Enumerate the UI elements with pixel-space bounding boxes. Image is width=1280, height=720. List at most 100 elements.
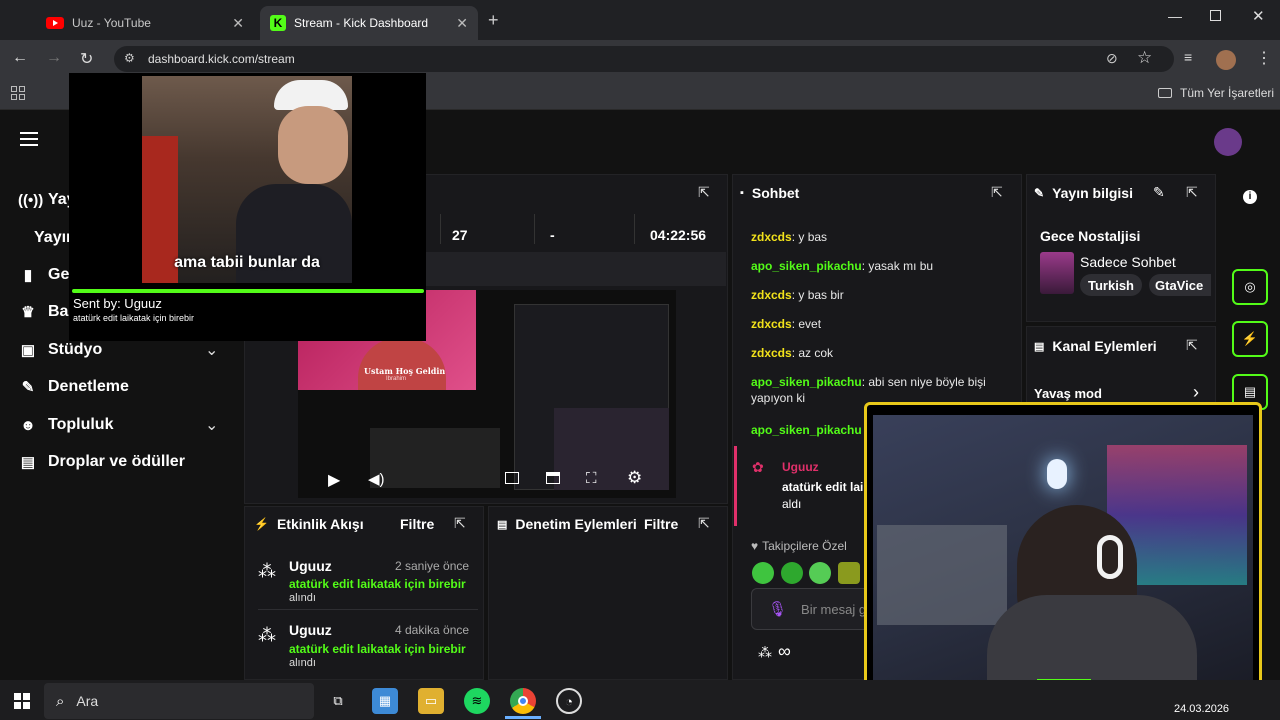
redeem-text: atatürk edit lail [782,480,867,494]
play-icon[interactable]: ▶ [328,470,340,490]
popout-icon[interactable]: ⇱ [698,515,710,532]
obs-icon[interactable]: ◔ [556,688,582,714]
emote-icon[interactable] [781,562,803,584]
chat-message: zdxcds: az cok [751,346,834,360]
windows-start-icon[interactable] [14,693,30,709]
site-info-icon[interactable]: ⚙ [124,51,135,65]
spotify-icon[interactable]: ≋ [464,688,490,714]
sidebar-subitem-stream[interactable]: Yayır [34,226,72,250]
menu-dots-icon[interactable]: ⋮ [1256,48,1272,68]
taskbar-search[interactable]: ⌕ Ara [44,683,314,719]
chat-input[interactable]: 🎙 Bir mesaj g [751,588,881,630]
popout-icon[interactable]: ⇱ [991,184,1003,201]
store-icon[interactable]: ▦ [372,688,398,714]
emote-icon[interactable] [809,562,831,584]
settings-gear-icon[interactable]: ⚙ [627,468,642,488]
chat-title: ▪ Sohbet [740,185,800,201]
eye-off-icon[interactable]: ⊘ [1106,50,1118,67]
emote-icon[interactable] [838,562,860,584]
sidebar-item-community[interactable]: ☻ Topluluk [18,413,113,437]
popout-icon[interactable]: ⇱ [1186,184,1198,201]
active-app-indicator [505,716,541,719]
activity-filter-button[interactable]: Filtre [400,516,434,532]
document-icon: ▤ [497,518,508,531]
alert-caption: ama tabii bunlar da [174,254,320,271]
hamburger-menu-icon[interactable] [20,132,38,146]
sidebar-item-studio[interactable]: ▣ Stüdyo [18,338,102,362]
infinity-points: ∞ [778,641,791,661]
chevron-down-icon[interactable]: ⌄ [205,340,218,360]
redeem-user[interactable]: Uguuz [782,460,819,474]
sidebar-item-moderation[interactable]: ✎ Denetleme [18,375,129,399]
all-bookmarks-folder[interactable]: Tüm Yer İşaretleri [1158,86,1274,100]
moderation-filter-button[interactable]: Filtre [644,516,678,532]
bolt-icon: ⚡ [254,517,269,531]
theater-icon[interactable] [546,472,560,484]
chat-input-placeholder: Bir mesaj g [801,601,867,617]
window-close-icon[interactable]: ✕ [1252,7,1265,25]
file-explorer-icon[interactable]: ▭ [418,688,444,714]
tag-chip[interactable]: GtaVice [1149,274,1211,296]
forward-icon[interactable]: → [46,49,62,67]
redeem-highlight-bar [734,446,737,526]
close-tab-icon[interactable]: ✕ [232,15,244,32]
new-tab-icon[interactable]: + [488,10,499,31]
stream-info-title: ✎ Yayın bilgisi [1034,185,1133,201]
info-icon[interactable]: i [1243,190,1257,204]
tab-title: Uuz - YouTube [72,16,151,30]
camera-focus-icon[interactable]: ◎ [1232,269,1268,305]
wrench-icon: ✎ [1034,186,1045,200]
microphone-icon[interactable]: 🎙 [768,600,787,618]
popout-icon[interactable]: ⇱ [698,184,710,201]
activity-feed-title: ⚡ Etkinlik Akışı [254,516,364,532]
fullscreen-icon[interactable]: ⛶ [586,470,597,487]
popout-icon[interactable]: ⇱ [1186,337,1198,354]
event-reward: atatürk edit laikatak için birebir [289,642,466,656]
points-icon[interactable]: ⁂ [758,644,772,661]
slow-mode-toggle[interactable]: Yavaş mod [1034,386,1102,401]
pip-icon[interactable] [505,472,519,484]
chat-message: apo_siken_pikachu: yasak mı bu [751,259,934,273]
edit-pencil-icon[interactable]: ✎ [1153,184,1165,201]
redeem-icon: ✿ [752,459,764,475]
wrench-icon: ✎ [21,379,35,396]
tag-chip[interactable]: Turkish [1080,274,1142,296]
volume-icon[interactable]: ◀) [368,470,385,488]
emote-icon[interactable] [752,562,774,584]
event-user[interactable]: Uguuz [289,622,332,638]
alert-sent-by: Sent by: Uguuz [73,296,162,311]
broadcast-icon: ((•)) [18,191,44,209]
profile-avatar[interactable] [1216,50,1236,70]
event-user[interactable]: Uguuz [289,558,332,574]
sidebar-item-analytics[interactable]: ▮ Ge [18,263,69,287]
popout-icon[interactable]: ⇱ [454,515,466,532]
category-name[interactable]: Sadece Sohbet [1080,254,1176,270]
sidebar-item-drops[interactable]: ▤ Droplar ve ödüller [18,450,185,474]
maximize-icon[interactable] [1210,10,1221,21]
star-icon[interactable]: ☆ [1137,48,1152,68]
task-view-icon[interactable]: ⧉ [325,688,351,714]
tab-kick-dashboard[interactable]: K Stream - Kick Dashboard ✕ [260,6,478,40]
sidebar-item-label: Stüdyo [48,341,103,358]
reload-icon[interactable]: ↻ [80,49,93,69]
tab-youtube[interactable]: Uuz - YouTube ✕ [36,6,254,40]
taskbar-search-label: Ara [76,693,99,709]
back-icon[interactable]: ← [12,49,28,67]
address-bar[interactable]: ⚙ dashboard.kick.com/stream [114,46,1174,72]
category-thumbnail[interactable] [1040,252,1074,294]
chevron-down-icon[interactable]: ⌄ [205,415,218,435]
preview-overlay-sub: Ibrahim [386,376,407,382]
lightning-icon[interactable]: ⚡ [1232,321,1268,357]
user-avatar[interactable] [1214,128,1242,156]
tab-title: Stream - Kick Dashboard [294,16,429,30]
channel-actions-title: ▤ Kanal Eylemleri [1034,338,1157,354]
close-tab-icon[interactable]: ✕ [456,15,468,32]
media-icon[interactable]: ≡ [1184,49,1192,65]
chrome-icon[interactable] [510,688,536,714]
minimize-icon[interactable]: — [1168,8,1182,24]
users-icon: ☻ [20,416,36,434]
apps-grid-icon[interactable] [11,86,25,100]
chevron-right-icon[interactable]: › [1193,382,1199,403]
all-bookmarks-label: Tüm Yer İşaretleri [1180,86,1275,100]
followers-only-label: ♥ Takipçilere Özel [751,539,847,553]
